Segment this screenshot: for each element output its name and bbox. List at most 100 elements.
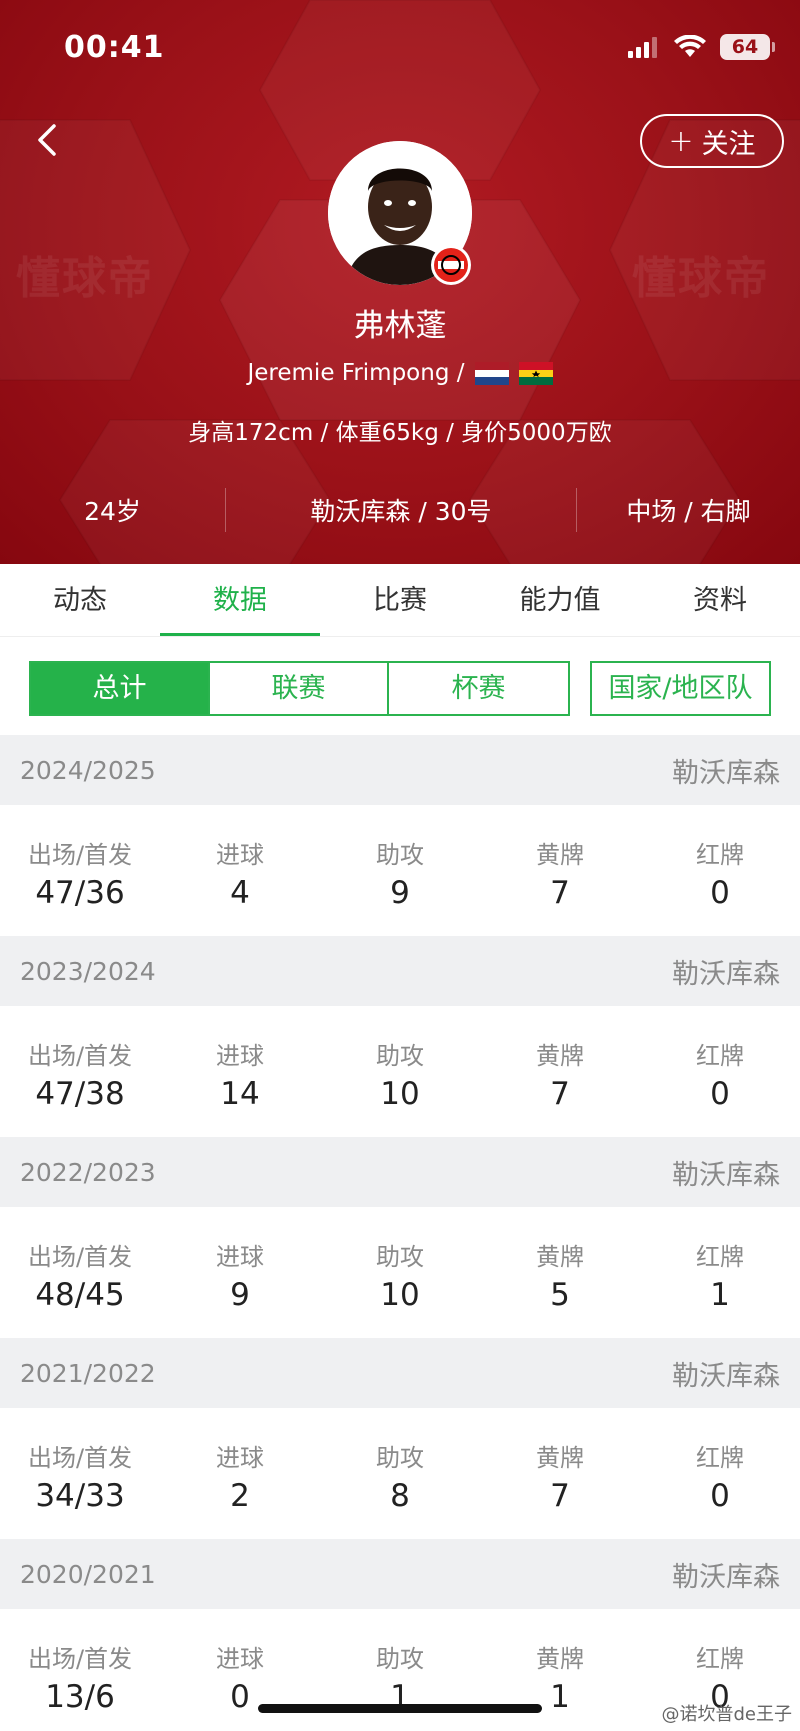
season-header: 2021/2022 勒沃库森 (0, 1338, 800, 1408)
stat-assists: 助攻 8 (320, 1438, 480, 1539)
stat-value: 10 (380, 1076, 420, 1112)
stat-value: 7 (550, 1076, 570, 1112)
stat-label: 红牌 (696, 1645, 744, 1673)
status-time: 00:41 (64, 30, 165, 65)
season-year: 2021/2022 (20, 1358, 156, 1388)
tab-data[interactable]: 数据 (160, 564, 320, 636)
season-year: 2023/2024 (20, 956, 156, 986)
tab-dynamics[interactable]: 动态 (0, 564, 160, 636)
stat-label: 出场/首发 (27, 1645, 133, 1673)
body-stats: 身高172cm / 体重65kg / 身价5000万欧 (188, 420, 612, 446)
player-club-number: 勒沃库森 / 30号 (310, 497, 492, 526)
season-team: 勒沃库森 (672, 958, 780, 990)
club-badge-icon (431, 245, 471, 285)
stat-value: 4 (230, 875, 250, 911)
player-name: 弗林蓬 (353, 308, 447, 344)
stat-value: 7 (550, 1478, 570, 1514)
tab-matches[interactable]: 比赛 (320, 564, 480, 636)
ghana-flag-icon (518, 361, 553, 385)
segment-cup[interactable]: 杯赛 (389, 663, 568, 714)
stat-yellow-cards: 黄牌 1 (480, 1639, 640, 1731)
stat-label: 进球 (216, 1243, 264, 1271)
stat-value: 2 (230, 1478, 250, 1514)
player-info-row: 24岁 勒沃库森 / 30号 中场 / 右脚 (0, 486, 800, 534)
netherlands-flag-icon (474, 361, 509, 385)
stat-label: 进球 (216, 841, 264, 869)
stat-label: 助攻 (376, 1243, 424, 1271)
battery-icon: 64 (720, 34, 775, 60)
season-team: 勒沃库森 (672, 1561, 780, 1593)
stat-label: 出场/首发 (27, 1444, 133, 1472)
stat-appearances-starts: 出场/首发 47/36 (0, 835, 160, 936)
segment-national-team[interactable]: 国家/地区队 (590, 661, 771, 716)
stat-label: 黄牌 (536, 1042, 584, 1070)
stat-label: 进球 (216, 1444, 264, 1472)
season-year: 2020/2021 (20, 1559, 156, 1589)
season-team: 勒沃库森 (672, 757, 780, 789)
stat-value: 9 (390, 875, 410, 911)
stat-value: 14 (220, 1076, 260, 1112)
stat-value: 10 (380, 1277, 420, 1313)
tab-ability[interactable]: 能力值 (480, 564, 640, 636)
stat-red-cards: 红牌 0 (640, 835, 800, 936)
stat-label: 黄牌 (536, 1444, 584, 1472)
stat-label: 黄牌 (536, 1645, 584, 1673)
watermark-right: 懂球帝 (632, 253, 770, 304)
stat-label: 红牌 (696, 1444, 744, 1472)
stat-assists: 助攻 10 (320, 1237, 480, 1338)
follow-button[interactable]: + 关注 (640, 114, 784, 168)
stat-appearances-starts: 出场/首发 34/33 (0, 1438, 160, 1539)
stat-yellow-cards: 黄牌 7 (480, 835, 640, 936)
stat-value: 0 (710, 875, 730, 911)
season-year: 2022/2023 (20, 1157, 156, 1187)
season-stats-row: 出场/首发 34/33 进球 2 助攻 8 黄牌 7 红牌 0 (0, 1408, 800, 1539)
credit-watermark: @诺坎普de王子 (661, 1704, 793, 1725)
player-header: 懂球帝 懂球帝 00:41 64 + 关注 弗林蓬 Jeremie Frimpo… (0, 0, 800, 564)
stat-label: 助攻 (376, 1645, 424, 1673)
stat-label: 黄牌 (536, 1243, 584, 1271)
stat-red-cards: 红牌 1 (640, 1237, 800, 1338)
season-header: 2022/2023 勒沃库森 (0, 1137, 800, 1207)
tab-bar: 动态 数据 比赛 能力值 资料 (0, 564, 800, 637)
tab-profile[interactable]: 资料 (640, 564, 800, 636)
segment-league[interactable]: 联赛 (210, 663, 389, 714)
chevron-left-icon (38, 124, 56, 156)
stat-label: 助攻 (376, 1444, 424, 1472)
stat-yellow-cards: 黄牌 7 (480, 1438, 640, 1539)
stat-value: 13/6 (45, 1679, 115, 1715)
stat-appearances-starts: 出场/首发 13/6 (0, 1639, 160, 1731)
stat-label: 出场/首发 (27, 1042, 133, 1070)
segment-total[interactable]: 总计 (31, 663, 210, 714)
player-age: 24岁 (84, 497, 141, 526)
player-latin-name-row: Jeremie Frimpong / (0, 360, 800, 386)
stat-label: 助攻 (376, 841, 424, 869)
stat-label: 助攻 (376, 1042, 424, 1070)
season-header: 2020/2021 勒沃库森 (0, 1539, 800, 1609)
stat-value: 8 (390, 1478, 410, 1514)
stat-value: 47/38 (35, 1076, 125, 1112)
season-header: 2024/2025 勒沃库森 (0, 735, 800, 805)
stat-value: 48/45 (35, 1277, 125, 1313)
season-team: 勒沃库森 (672, 1159, 780, 1191)
player-latin-name: Jeremie Frimpong / (247, 360, 465, 386)
stat-label: 出场/首发 (27, 841, 133, 869)
stat-red-cards: 红牌 0 (640, 1438, 800, 1539)
stat-label: 进球 (216, 1645, 264, 1673)
competition-segment-group: 总计 联赛 杯赛 (29, 661, 570, 716)
stat-appearances-starts: 出场/首发 47/38 (0, 1036, 160, 1137)
stat-label: 黄牌 (536, 841, 584, 869)
stat-assists: 助攻 10 (320, 1036, 480, 1137)
season-team: 勒沃库森 (672, 1360, 780, 1392)
stat-value: 7 (550, 875, 570, 911)
stat-goals: 进球 0 (160, 1639, 320, 1731)
stat-value: 0 (710, 1478, 730, 1514)
stat-label: 红牌 (696, 841, 744, 869)
season-stats-row: 出场/首发 47/36 进球 4 助攻 9 黄牌 7 红牌 0 (0, 805, 800, 936)
stat-assists: 助攻 1 (320, 1639, 480, 1731)
stat-value: 1 (710, 1277, 730, 1313)
back-button[interactable] (28, 118, 72, 162)
stat-label: 红牌 (696, 1042, 744, 1070)
player-position-foot: 中场 / 右脚 (626, 497, 751, 526)
stat-assists: 助攻 9 (320, 835, 480, 936)
season-stats-row: 出场/首发 48/45 进球 9 助攻 10 黄牌 5 红牌 1 (0, 1207, 800, 1338)
